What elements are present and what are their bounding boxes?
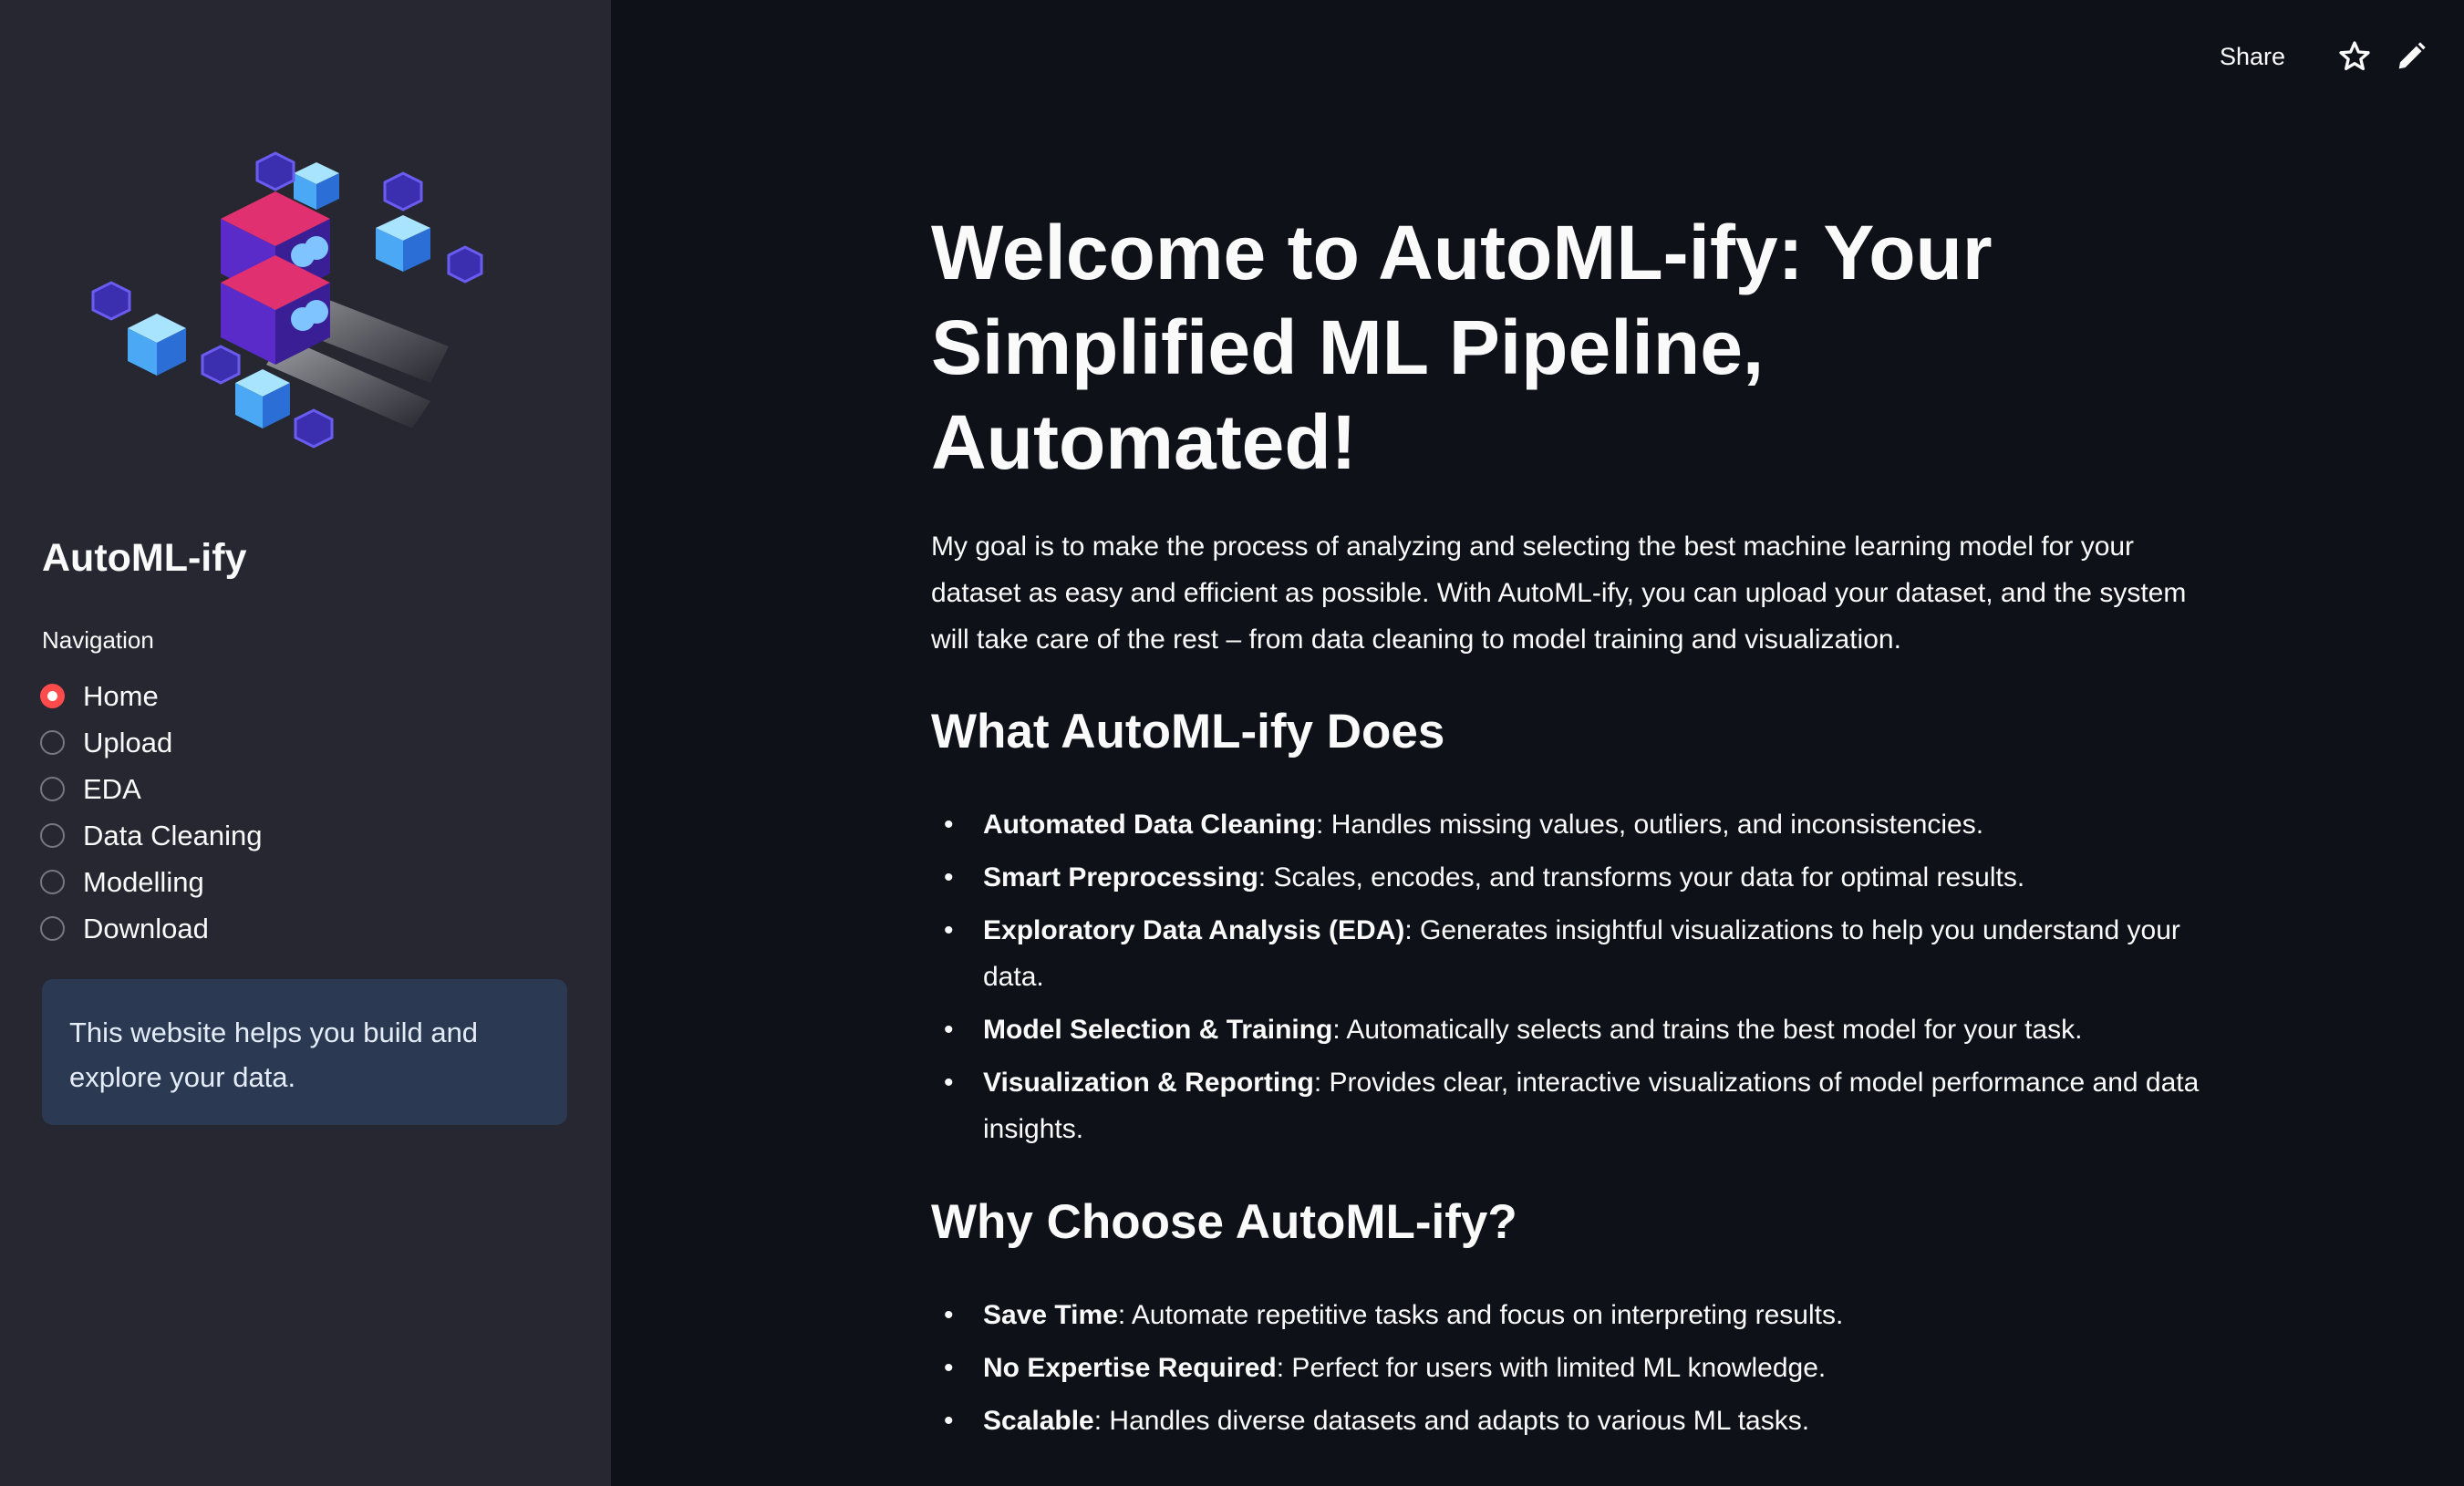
list-item-desc: : Handles diverse datasets and adapts to…	[1093, 1406, 1810, 1436]
list-item-term: Visualization & Reporting	[983, 1068, 1314, 1098]
radio-unchecked-icon[interactable]	[40, 823, 65, 848]
nav-item-eda[interactable]: EDA	[40, 766, 262, 812]
benefits-list: Save Time: Automate repetitive tasks and…	[931, 1292, 2241, 1450]
list-item-term: No Expertise Required	[983, 1353, 1277, 1383]
share-button[interactable]: Share	[2220, 43, 2285, 71]
list-item: No Expertise Required: Perfect for users…	[944, 1345, 2241, 1391]
list-item: Exploratory Data Analysis (EDA): Generat…	[944, 907, 2241, 1000]
nav-item-label: Modelling	[83, 865, 204, 898]
list-item-desc: : Automatically selects and trains the b…	[1332, 1015, 2083, 1045]
nav-item-label: Upload	[83, 726, 173, 758]
section-heading-what: What AutoML-ify Does	[931, 705, 1445, 758]
radio-unchecked-icon[interactable]	[40, 916, 65, 941]
page-title: Welcome to AutoML-ify: Your Simplified M…	[931, 210, 1993, 485]
intro-paragraph: My goal is to make the process of analyz…	[931, 531, 2187, 655]
nav-item-label: EDA	[83, 772, 141, 805]
list-item-term: Smart Preprocessing	[983, 862, 1258, 893]
list-item-term: Automated Data Cleaning	[983, 810, 1317, 840]
section-heading-why: Why Choose AutoML-ify?	[931, 1195, 1517, 1249]
radio-unchecked-icon[interactable]	[40, 777, 65, 801]
nav-item-label: Home	[83, 679, 159, 712]
sidebar: AutoML-ify Navigation Home Upload EDA Da…	[0, 0, 611, 1486]
list-item: Visualization & Reporting: Provides clea…	[944, 1059, 2241, 1152]
nav-item-data-cleaning[interactable]: Data Cleaning	[40, 812, 262, 859]
star-icon[interactable]	[2336, 38, 2373, 75]
list-item-desc: : Perfect for users with limited ML know…	[1276, 1353, 1827, 1383]
top-toolbar: Share	[2220, 38, 2429, 75]
list-item: Smart Preprocessing: Scales, encodes, an…	[944, 854, 2241, 901]
radio-unchecked-icon[interactable]	[40, 870, 65, 894]
pencil-icon[interactable]	[2393, 38, 2429, 75]
list-item-desc: : Scales, encodes, and transforms your d…	[1258, 862, 2025, 893]
list-item-desc: : Handles missing values, outliers, and …	[1316, 810, 1984, 840]
info-callout: This website helps you build and explore…	[42, 979, 567, 1125]
list-item: Automated Data Cleaning: Handles missing…	[944, 801, 2241, 848]
list-item-term: Model Selection & Training	[983, 1015, 1333, 1045]
list-item: Scalable: Handles diverse datasets and a…	[944, 1398, 2241, 1444]
nav-item-upload[interactable]: Upload	[40, 719, 262, 766]
list-item-term: Scalable	[983, 1406, 1094, 1436]
navigation-radio-group: Home Upload EDA Data Cleaning Modelling …	[40, 673, 262, 952]
nav-item-home[interactable]: Home	[40, 673, 262, 719]
list-item-term: Exploratory Data Analysis (EDA)	[983, 915, 1405, 945]
radio-unchecked-icon[interactable]	[40, 730, 65, 755]
list-item-desc: : Automate repetitive tasks and focus on…	[1117, 1300, 1844, 1330]
nav-item-download[interactable]: Download	[40, 905, 262, 952]
nav-item-label: Data Cleaning	[83, 819, 263, 851]
list-item-term: Save Time	[983, 1300, 1118, 1330]
app-title: AutoML-ify	[42, 536, 247, 580]
server-cubes-logo	[91, 151, 483, 449]
features-list: Automated Data Cleaning: Handles missing…	[931, 801, 2241, 1159]
nav-item-label: Download	[83, 912, 209, 944]
radio-checked-icon[interactable]	[40, 684, 65, 708]
list-item: Model Selection & Training: Automaticall…	[944, 1006, 2241, 1053]
list-item: Save Time: Automate repetitive tasks and…	[944, 1292, 2241, 1338]
nav-item-modelling[interactable]: Modelling	[40, 859, 262, 905]
navigation-label: Navigation	[42, 626, 154, 654]
